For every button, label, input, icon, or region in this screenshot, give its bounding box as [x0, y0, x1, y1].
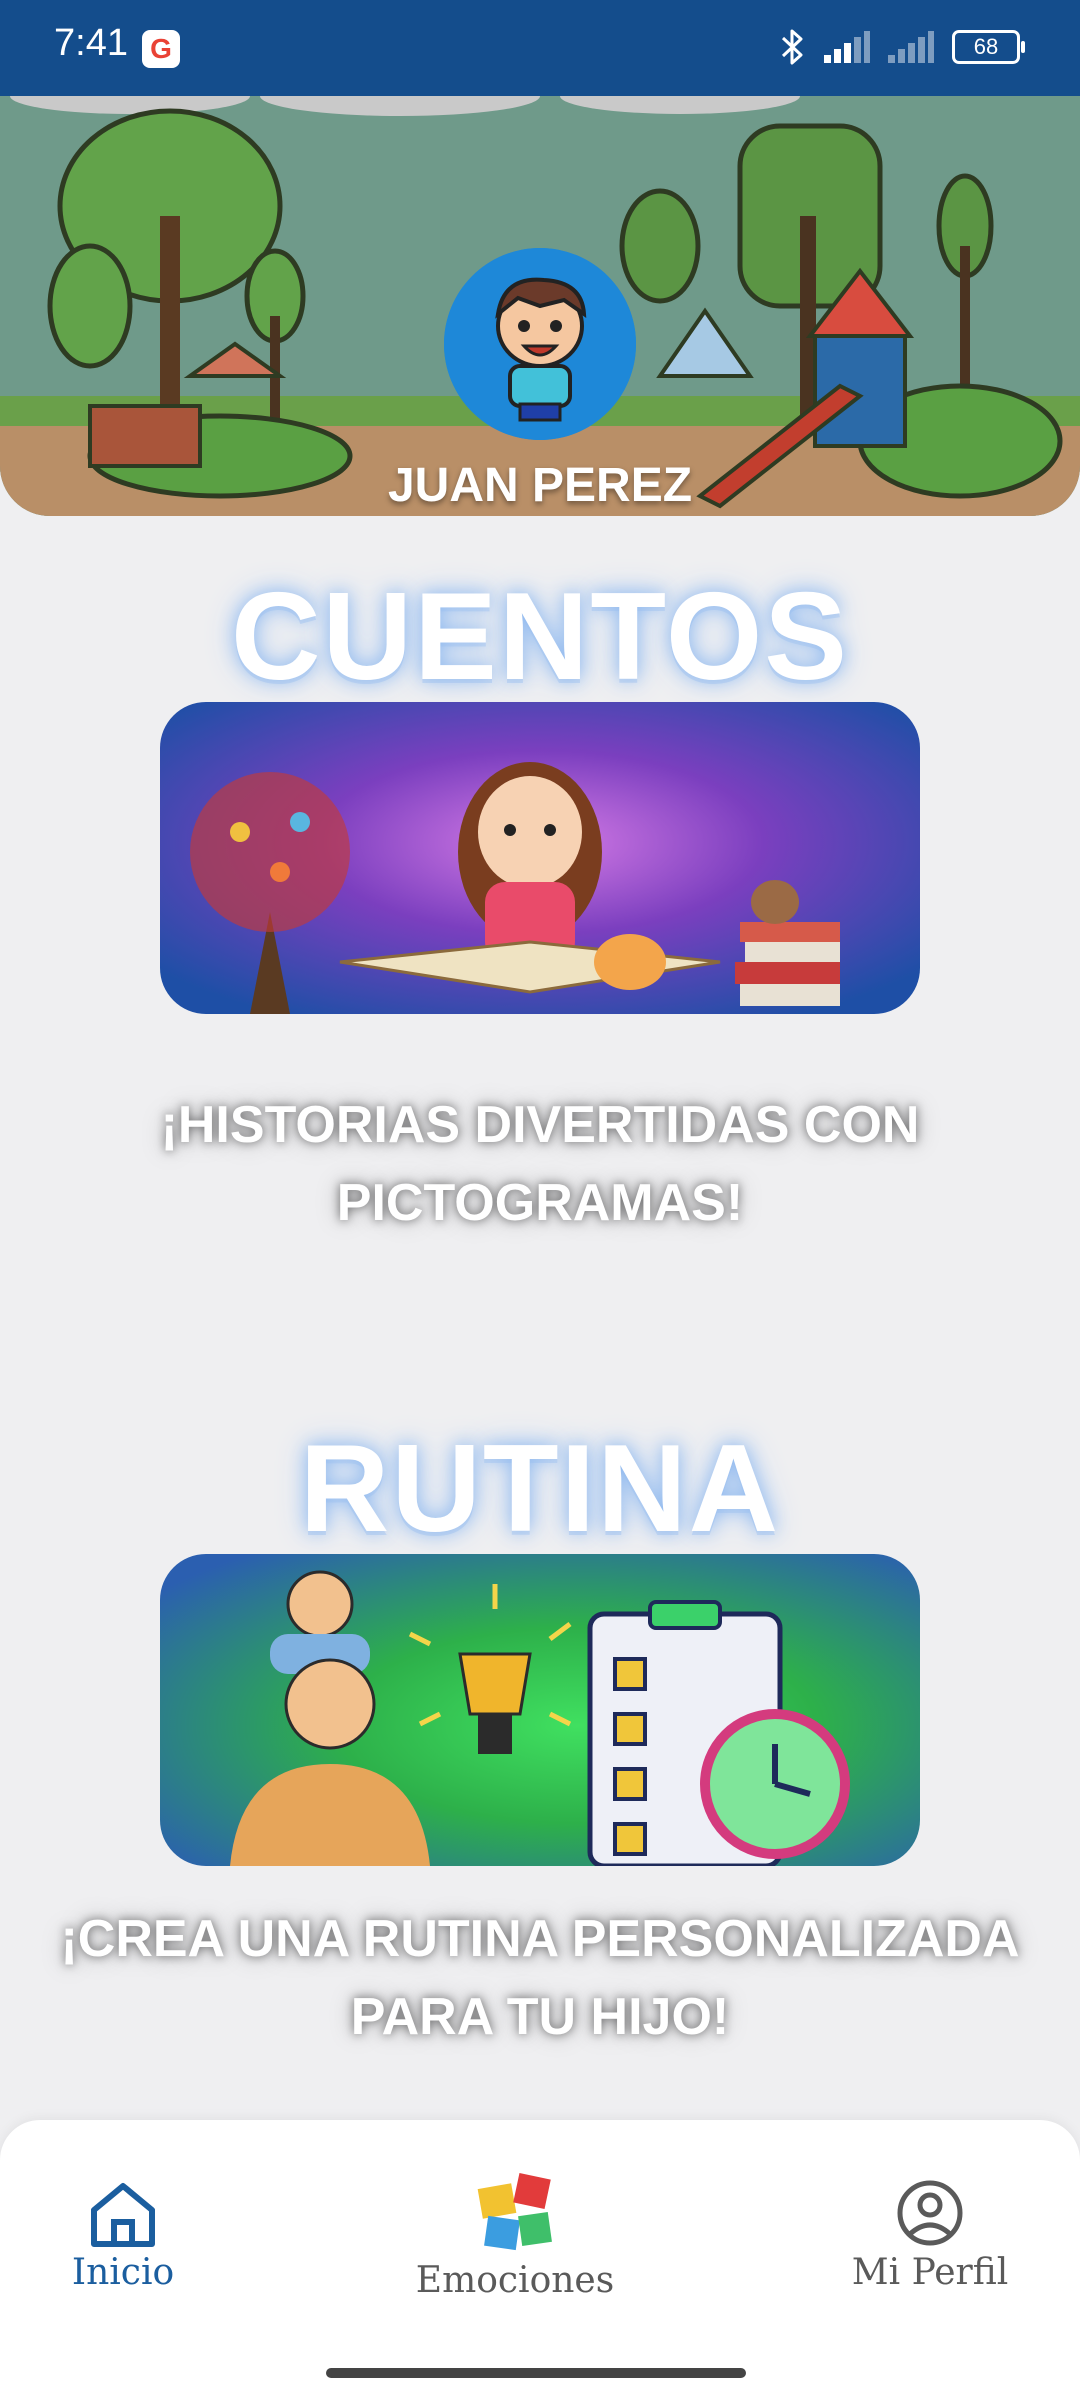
nav-item-emotions[interactable]: Emociones	[405, 2170, 625, 2301]
nav-item-home[interactable]: Inicio	[58, 2178, 188, 2293]
home-indicator[interactable]	[326, 2368, 746, 2378]
profile-icon	[897, 2180, 963, 2246]
header-banner: JUAN PEREZ	[0, 96, 1080, 516]
google-icon: G	[142, 30, 180, 68]
signal-icon	[824, 31, 870, 63]
stories-caption-line2: PICTOGRAMAS!	[336, 1174, 744, 1232]
nav-label-home: Inicio	[71, 2252, 175, 2293]
avatar[interactable]	[444, 248, 636, 440]
nav-label-profile: Mi Perfil	[851, 2252, 1009, 2293]
girl-reading-illustration	[160, 702, 920, 1014]
routine-caption-line2: PARA TU HIJO!	[350, 1988, 730, 2046]
nav-item-profile[interactable]: Mi Perfil	[850, 2178, 1010, 2293]
status-icons: 68	[780, 28, 1025, 66]
battery-indicator: 68	[952, 30, 1025, 64]
stories-image[interactable]	[160, 702, 920, 1014]
puzzle-icon	[477, 2173, 552, 2251]
routine-illustration	[160, 1554, 920, 1866]
status-bar: 7:41 G 68	[0, 0, 1080, 96]
home-icon	[91, 2183, 155, 2247]
stories-caption-line1: ¡HISTORIAS DIVERTIDAS CON	[160, 1096, 920, 1154]
bottom-navigation: Inicio Emociones Mi Perfil	[0, 2120, 1080, 2400]
user-name: JUAN PEREZ	[387, 459, 693, 512]
bluetooth-icon	[781, 29, 803, 65]
routine-caption-line1: ¡CREA UNA RUTINA PERSONALIZADA	[60, 1910, 1020, 1968]
signal-icon	[888, 31, 934, 63]
nav-label-emotions: Emociones	[415, 2260, 615, 2301]
stories-title: CUENTOS	[230, 568, 849, 706]
routine-title: RUTINA	[299, 1420, 781, 1558]
boy-avatar-icon	[444, 248, 636, 440]
routine-image[interactable]	[160, 1554, 920, 1866]
clock: 7:41	[54, 22, 128, 64]
